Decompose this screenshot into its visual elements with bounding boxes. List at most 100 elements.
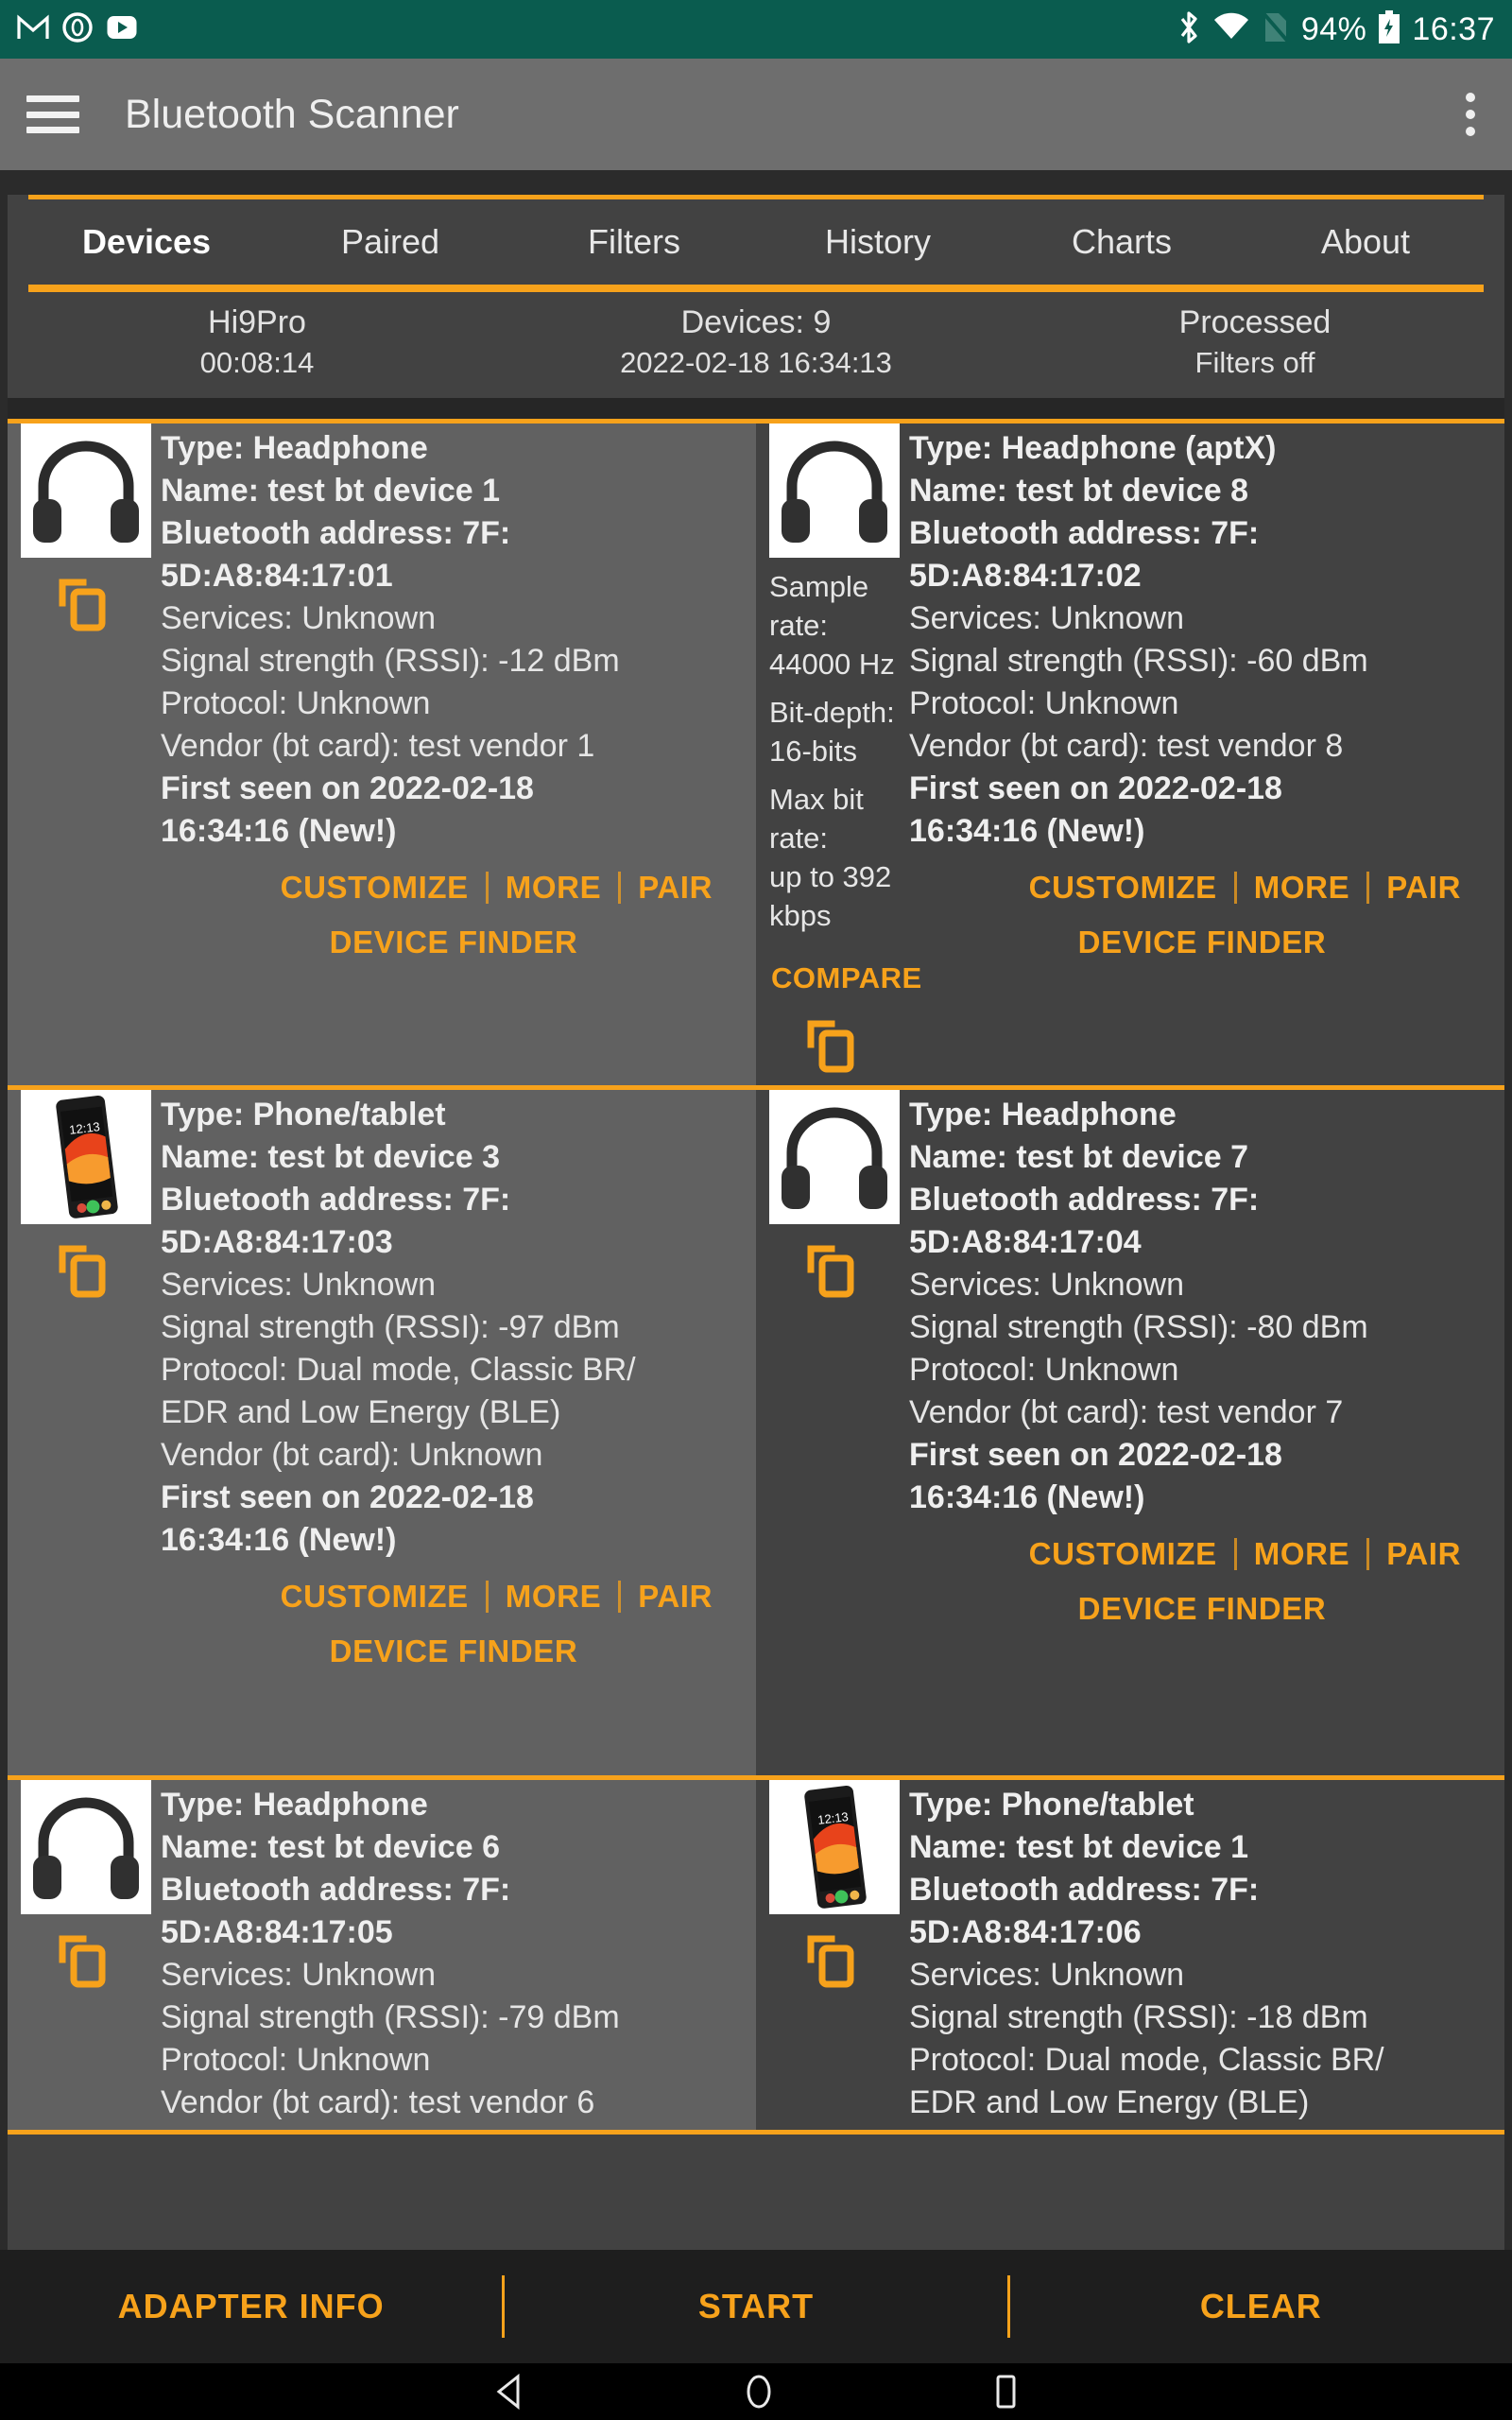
more-button[interactable]: MORE [1237,1536,1366,1572]
copy-icon[interactable] [805,1016,864,1075]
device-services: Services: Unknown [161,1267,437,1303]
device-card-left: 12:13 [8,1090,151,1685]
tab-charts[interactable]: Charts [1000,222,1244,262]
more-button[interactable]: MORE [489,870,618,906]
tab-devices[interactable]: Devices [25,222,268,262]
device-first-seen-line1: First seen on 2022-02-18 [909,770,1282,806]
device-rssi: Signal strength (RSSI): -80 dBm [909,1309,1368,1345]
device-card[interactable]: Type: Headphone Name: test bt device 7 B… [756,1090,1504,1775]
action-divider [1233,1538,1237,1570]
device-address-line1: Bluetooth address: 7F: [161,1872,511,1908]
adapter-info-button[interactable]: ADAPTER INFO [0,2287,502,2326]
battery-percent: 94% [1300,10,1367,47]
device-card[interactable]: 12:13 Type: Phone/tablet Name: test bt d… [756,1780,1504,2130]
copy-icon[interactable] [57,1241,115,1300]
device-address-line1: Bluetooth address: 7F: [909,515,1260,551]
device-type: Type: Headphone (aptX) [909,430,1277,466]
start-button[interactable]: START [505,2287,1006,2326]
content-frame: Devices Paired Filters History Charts Ab… [0,170,1512,2267]
clear-button[interactable]: CLEAR [1010,2287,1512,2326]
action-divider [485,872,489,904]
device-actions: CUSTOMIZE MORE PAIR [161,1562,747,1615]
status-bar: 94% 16:37 [0,0,1512,59]
tab-about[interactable]: About [1244,222,1487,262]
hamburger-icon[interactable] [26,95,79,133]
customize-button[interactable]: CUSTOMIZE [264,870,486,906]
device-card[interactable]: Type: Headphone Name: test bt device 1 B… [8,424,756,1085]
device-services: Services: Unknown [909,1957,1185,1993]
compare-button[interactable]: COMPARE [769,961,921,995]
codec-bit-depth-l2: 16-bits [769,735,858,768]
device-finder-button[interactable]: DEVICE FINDER [330,1634,578,1669]
home-icon[interactable] [743,2374,775,2410]
copy-icon[interactable] [57,575,115,633]
more-button[interactable]: MORE [1237,870,1366,906]
status-bar-notification-icons [17,11,138,47]
device-finder-button[interactable]: DEVICE FINDER [1078,1591,1327,1627]
record-icon [62,11,93,47]
device-protocol: Protocol: Unknown [161,685,431,721]
device-first-seen-line2: 16:34:16 (New!) [909,813,1145,849]
tab-history[interactable]: History [756,222,1000,262]
headphone-image [769,424,900,558]
device-actions: CUSTOMIZE MORE PAIR [909,1519,1495,1572]
pair-button[interactable]: PAIR [621,870,730,906]
device-card-left: Sample rate: 44000 Hz Bit-depth: 16-bits… [756,424,921,1075]
more-vertical-icon[interactable] [1455,83,1486,146]
device-rssi: Signal strength (RSSI): -60 dBm [909,643,1368,679]
device-finder-wrap: DEVICE FINDER [909,906,1495,976]
device-rssi: Signal strength (RSSI): -18 dBm [909,1999,1368,2035]
device-vendor: Vendor (bt card): test vendor 8 [909,728,1344,764]
device-rssi: Signal strength (RSSI): -97 dBm [161,1309,620,1345]
device-vendor: Vendor (bt card): Unknown [161,1437,543,1473]
device-name: Name: test bt device 1 [909,1829,1249,1865]
device-address-line2: 5D:A8:84:17:01 [161,558,393,594]
tab-paired[interactable]: Paired [268,222,512,262]
device-address-line2: 5D:A8:84:17:03 [161,1224,393,1260]
device-row: Type: Headphone Name: test bt device 6 B… [8,1780,1504,2130]
device-list: Type: Headphone Name: test bt device 1 B… [8,424,1504,2135]
action-divider [618,872,622,904]
device-finder-wrap: DEVICE FINDER [909,1572,1495,1642]
codec-max-bit-rate-l1: Max bit rate: [769,783,864,855]
more-button[interactable]: MORE [489,1579,618,1615]
device-first-seen-line1: First seen on 2022-02-18 [161,770,534,806]
device-protocol-line1: Protocol: Dual mode, Classic BR/ [161,1352,636,1388]
copy-icon[interactable] [805,1241,864,1300]
tab-filters[interactable]: Filters [512,222,756,262]
device-row: Type: Headphone Name: test bt device 1 B… [8,424,1504,1085]
action-divider [1233,872,1237,904]
customize-button[interactable]: CUSTOMIZE [1012,870,1234,906]
device-card[interactable]: 12:13 Type: Phone/tablet Name: test bt d… [8,1090,756,1775]
scan-status-row: Hi9Pro 00:08:14 Devices: 9 2022-02-18 16… [8,292,1504,398]
page-title: Bluetooth Scanner [125,91,459,137]
device-finder-button[interactable]: DEVICE FINDER [330,925,578,960]
device-first-seen-line1: First seen on 2022-02-18 [161,1479,534,1515]
device-protocol: Protocol: Unknown [909,685,1179,721]
bottom-toolbar: ADAPTER INFO START CLEAR [0,2250,1512,2363]
codec-max-bit-rate-l3: kbps [769,899,832,932]
scan-elapsed: 00:08:14 [199,346,315,379]
back-icon[interactable] [493,2374,525,2410]
status-devices: Devices: 9 2022-02-18 16:34:13 [507,302,1005,383]
customize-button[interactable]: CUSTOMIZE [1012,1536,1234,1572]
pair-button[interactable]: PAIR [1369,1536,1478,1572]
wifi-icon [1212,12,1250,47]
device-card-left [756,1090,900,1642]
devices-panel: Devices Paired Filters History Charts Ab… [8,195,1504,2267]
device-card[interactable]: Sample rate: 44000 Hz Bit-depth: 16-bits… [756,424,1504,1085]
copy-icon[interactable] [57,1931,115,1990]
pair-button[interactable]: PAIR [621,1579,730,1615]
pair-button[interactable]: PAIR [1369,870,1478,906]
android-nav-bar [0,2363,1512,2420]
device-card-left [8,1780,151,2124]
device-finder-button[interactable]: DEVICE FINDER [1078,925,1327,960]
recents-icon[interactable] [992,2374,1019,2410]
device-type: Type: Headphone [161,1787,428,1823]
customize-button[interactable]: CUSTOMIZE [264,1579,486,1615]
adapter-name: Hi9Pro [208,304,306,340]
device-card[interactable]: Type: Headphone Name: test bt device 6 B… [8,1780,756,2130]
tab-bar: Devices Paired Filters History Charts Ab… [25,199,1487,285]
copy-icon[interactable] [805,1931,864,1990]
youtube-icon [106,14,138,45]
